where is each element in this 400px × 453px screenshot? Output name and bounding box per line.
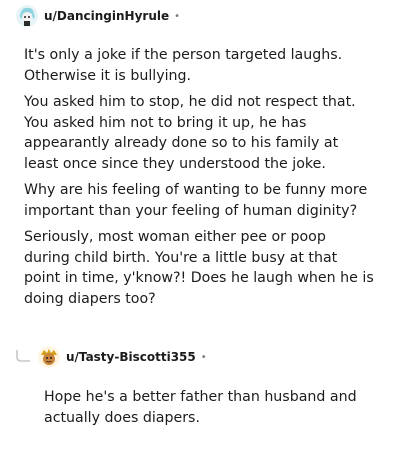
reply-thread-icon: [14, 349, 34, 365]
comment-paragraph: Hope he's a better father than husband a…: [44, 389, 357, 426]
user-avatar-icon[interactable]: [16, 5, 38, 27]
comment-paragraph: You asked him to stop, he did not respec…: [24, 94, 356, 172]
comment-paragraph: It's only a joke if the person targeted …: [24, 47, 343, 84]
comment-body: It's only a joke if the person targeted …: [24, 45, 374, 309]
username-link[interactable]: u/Tasty-Biscotti355: [66, 350, 196, 364]
comment-paragraph: Why are his feeling of wanting to be fun…: [24, 182, 368, 219]
separator-dot: •: [174, 10, 181, 22]
comment-body: Hope he's a better father than husband a…: [44, 387, 384, 428]
comment-paragraph: Seriously, most woman either pee or poop…: [24, 229, 374, 307]
username-link[interactable]: u/DancinginHyrule: [44, 9, 169, 23]
separator-dot: •: [200, 351, 207, 363]
reply-comment-header: u/Tasty-Biscotti355 •: [14, 346, 207, 368]
user-avatar-icon[interactable]: [38, 346, 60, 368]
comment-header: u/DancinginHyrule •: [16, 5, 180, 27]
